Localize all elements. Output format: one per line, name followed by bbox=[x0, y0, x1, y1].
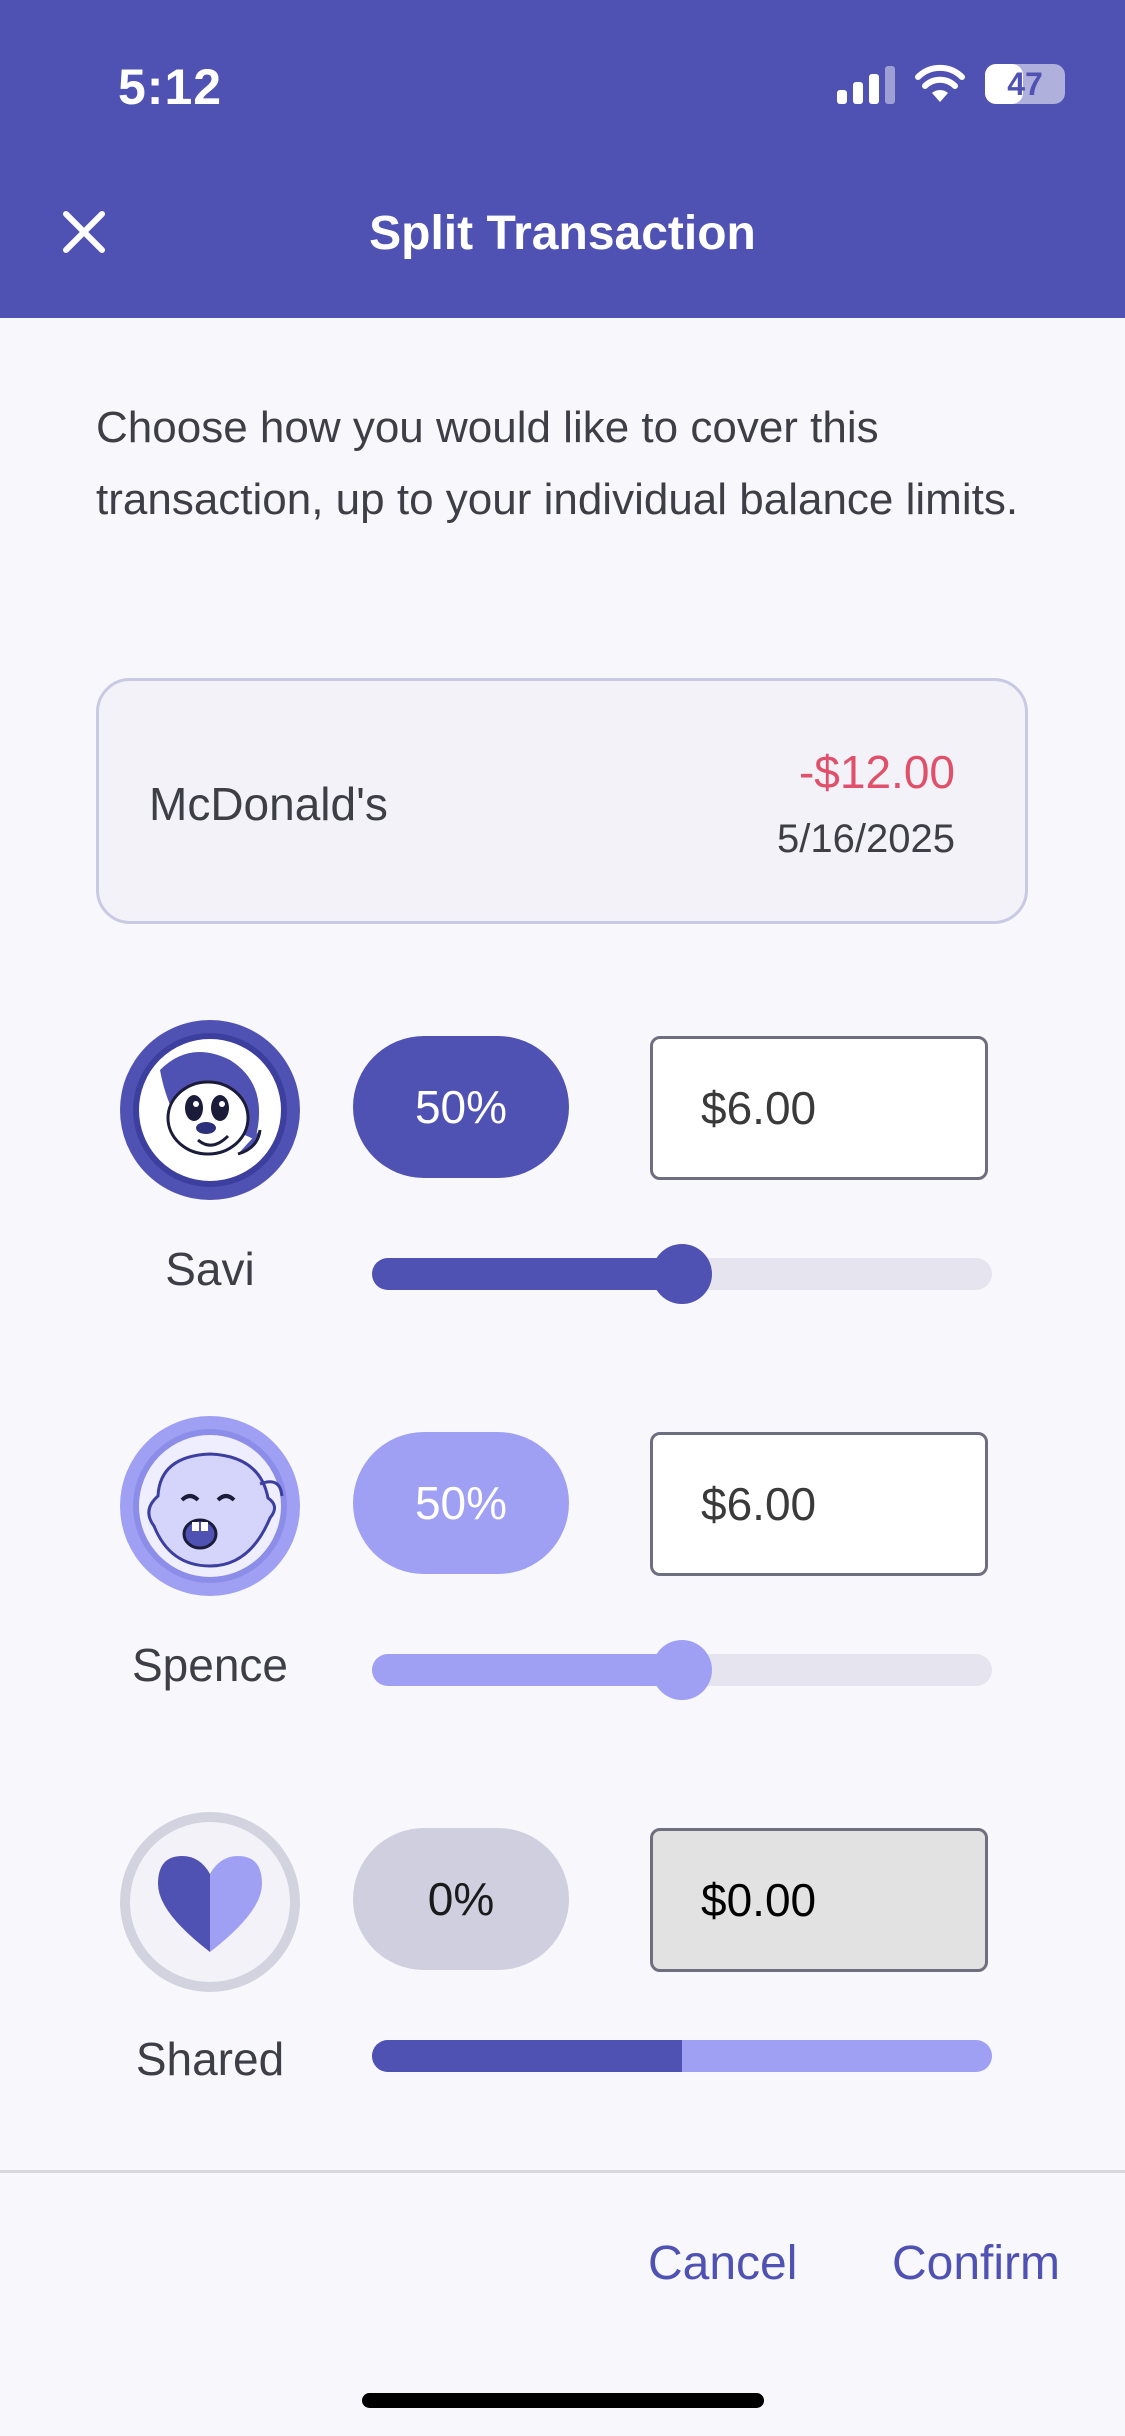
spence-avatar-icon bbox=[133, 1429, 287, 1583]
shared-avatar bbox=[120, 1812, 300, 1992]
spence-amount-input[interactable]: $6.00 bbox=[650, 1432, 988, 1576]
shared-split-bar bbox=[372, 2040, 992, 2072]
wifi-icon bbox=[915, 64, 965, 102]
member-row-savi: Savi 50% $6.00 bbox=[0, 1020, 1125, 1340]
savi-avatar bbox=[120, 1020, 300, 1200]
savi-amount-input[interactable]: $6.00 bbox=[650, 1036, 988, 1180]
savi-avatar-icon bbox=[133, 1033, 287, 1187]
savi-slider-thumb[interactable] bbox=[652, 1244, 712, 1304]
cellular-signal-icon bbox=[837, 64, 895, 104]
member-name-shared: Shared bbox=[135, 2033, 285, 2085]
member-row-spence: Spence 50% $6.00 bbox=[0, 1416, 1125, 1736]
heart-icon bbox=[130, 1822, 290, 1982]
page-title: Split Transaction bbox=[369, 207, 756, 260]
member-row-shared: Shared 0% $0.00 bbox=[0, 1812, 1125, 2132]
intro-text: Choose how you would like to cover this … bbox=[96, 403, 1019, 524]
savi-percent-pill[interactable]: 50% bbox=[353, 1036, 569, 1178]
spence-avatar bbox=[120, 1416, 300, 1596]
transaction-card: McDonald's -$12.00 5/16/2025 bbox=[96, 678, 1028, 924]
shared-amount-input[interactable]: $0.00 bbox=[650, 1828, 988, 1972]
footer-divider bbox=[0, 2170, 1125, 2173]
transaction-merchant: McDonald's bbox=[149, 778, 388, 830]
confirm-button[interactable]: Confirm bbox=[892, 2236, 1060, 2291]
home-indicator bbox=[362, 2393, 764, 2408]
transaction-amount: -$12.00 bbox=[798, 746, 955, 798]
cancel-button[interactable]: Cancel bbox=[648, 2236, 797, 2291]
app-header: 5:12 47 Split Transaction bbox=[0, 0, 1125, 318]
member-name-savi: Savi bbox=[165, 1243, 255, 1295]
spence-slider-thumb[interactable] bbox=[652, 1640, 712, 1700]
battery-icon: 47 bbox=[985, 64, 1065, 104]
status-time: 5:12 bbox=[118, 59, 223, 115]
shared-percent-pill[interactable]: 0% bbox=[353, 1828, 569, 1970]
spence-slider[interactable] bbox=[372, 1640, 992, 1700]
status-icons: 47 bbox=[837, 64, 1065, 104]
spence-percent-pill[interactable]: 50% bbox=[353, 1432, 569, 1574]
savi-slider[interactable] bbox=[372, 1244, 992, 1304]
transaction-date: 5/16/2025 bbox=[777, 817, 955, 861]
battery-level-text: 47 bbox=[1007, 65, 1043, 102]
member-name-spence: Spence bbox=[131, 1639, 288, 1691]
